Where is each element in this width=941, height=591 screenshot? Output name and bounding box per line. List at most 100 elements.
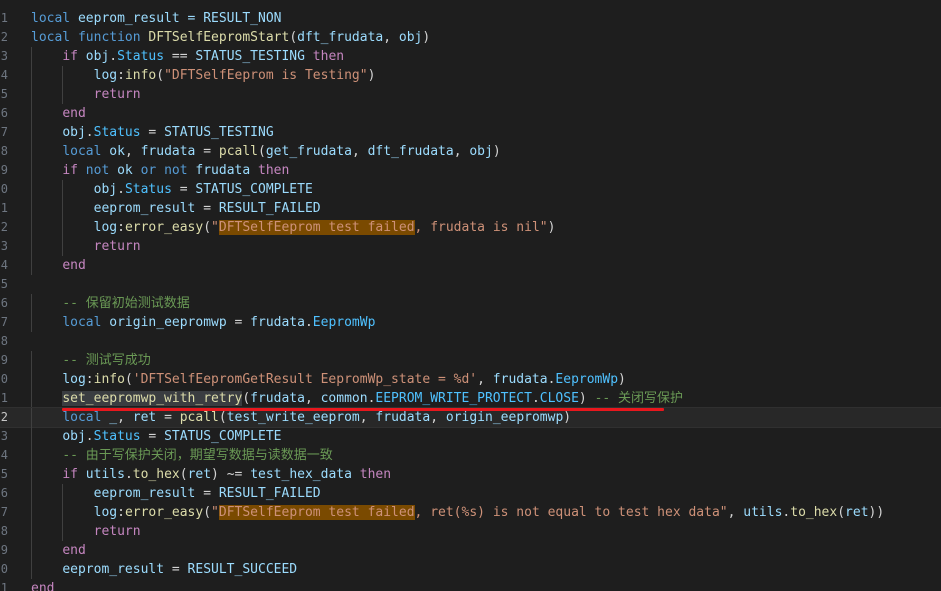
code-token: EepromWp xyxy=(312,315,376,330)
code-line[interactable]: 3 obj.Status = STATUS_COMPLETE xyxy=(0,427,941,446)
code-line[interactable]: 7 log:error_easy("DFTSelfEeprom test fail… xyxy=(0,503,941,522)
code-line[interactable]: 4 end xyxy=(0,256,941,275)
line-number: 4 xyxy=(0,448,8,462)
code-token: then xyxy=(258,163,290,178)
code-token: ) xyxy=(492,144,501,159)
code-line[interactable]: 1 set_eepromwp_with_retry(frudata, common… xyxy=(0,389,941,408)
code-token: frudata xyxy=(250,315,305,330)
line-number: 0 xyxy=(0,372,8,386)
code-token: info xyxy=(93,372,125,387)
code-token: = xyxy=(164,562,188,577)
code-line[interactable]: 5 if utils.to_hex(ret) ~= test_hex_data t… xyxy=(0,465,941,484)
code-line[interactable]: 0 eeprom_result = RESULT_SUCCEED xyxy=(0,560,941,579)
code-line[interactable]: 1 end xyxy=(0,579,941,591)
code-line[interactable]: 8 xyxy=(0,332,941,351)
code-line[interactable]: 9 -- 测试写成功 xyxy=(0,351,941,370)
code-line[interactable]: 8 local ok, frudata = pcall(get_frudata, … xyxy=(0,142,941,161)
code-line[interactable]: 3 return xyxy=(0,237,941,256)
code-line[interactable]: 8 return xyxy=(0,522,941,541)
code-token: get_frudata xyxy=(265,144,352,159)
indent-guide xyxy=(31,370,32,389)
indent-guide xyxy=(62,85,64,104)
indent-guide xyxy=(31,85,32,104)
line-number: 6 xyxy=(0,106,8,120)
code-text: local origin_eepromwp = frudata.EepromWp xyxy=(62,313,375,332)
code-line[interactable]: 0 obj.Status = STATUS_COMPLETE xyxy=(0,180,941,199)
code-token: : xyxy=(117,220,125,235)
code-token: STATUS_TESTING xyxy=(195,49,305,64)
code-line[interactable]: 4 log:info("DFTSelfEeprom is Testing") xyxy=(0,66,941,85)
code-line[interactable]: 0 log:info('DFTSelfEepromGetResult Eeprom… xyxy=(0,370,941,389)
code-line[interactable]: 6 eeprom_result = RESULT_FAILED xyxy=(0,484,941,503)
code-text: end xyxy=(31,579,54,591)
code-token: origin_eepromwp xyxy=(109,315,227,330)
code-token: eeprom_result xyxy=(93,201,196,216)
code-token: 'DFTSelfEepromGetResult EepromWp_state =… xyxy=(132,372,478,387)
indent-guide xyxy=(31,427,32,446)
line-number: 7 xyxy=(0,315,8,329)
code-token: pcall xyxy=(179,410,219,425)
code-text: local function DFTSelfEepromStart(dft_fr… xyxy=(31,28,430,47)
indent-guide xyxy=(31,313,32,332)
code-text: end xyxy=(62,541,85,560)
code-token: ( xyxy=(242,391,251,406)
code-line[interactable]: 6 end xyxy=(0,104,941,123)
code-token: ) xyxy=(422,30,431,45)
code-line[interactable]: 2 log:error_easy("DFTSelfEeprom test fail… xyxy=(0,218,941,237)
code-token: = xyxy=(140,125,165,140)
code-token: error_easy xyxy=(124,220,204,235)
code-token: = xyxy=(226,315,251,330)
indent-guide xyxy=(62,199,64,218)
code-token: common xyxy=(320,391,368,406)
indent-guide xyxy=(31,218,32,237)
code-line[interactable]: 5 return xyxy=(0,85,941,104)
code-line[interactable]: 5 xyxy=(0,275,941,294)
line-number: 3 xyxy=(0,429,8,443)
line-number: 9 xyxy=(0,163,8,177)
code-text: -- 由于写保护关闭，期望写数据与读数据一致 xyxy=(62,446,332,465)
code-line[interactable]: 9 end xyxy=(0,541,941,560)
code-line[interactable]: 4 -- 由于写保护关闭，期望写数据与读数据一致 xyxy=(0,446,941,465)
code-token: = xyxy=(195,201,219,216)
code-token: obj xyxy=(85,49,110,64)
code-token: utils xyxy=(743,505,783,520)
code-token: _ xyxy=(109,410,118,425)
code-token: Status xyxy=(117,49,165,64)
code-editor[interactable]: 1 local eeprom_result = RESULT_NON 2 local … xyxy=(0,0,941,591)
code-line[interactable]: 7 obj.Status = STATUS_TESTING xyxy=(0,123,941,142)
code-token: , xyxy=(383,30,399,45)
code-line[interactable]: 6 -- 保留初始测试数据 xyxy=(0,294,941,313)
code-token: "DFTSelfEeprom is Testing" xyxy=(164,68,368,83)
code-line[interactable]: 1 eeprom_result = RESULT_FAILED xyxy=(0,199,941,218)
code-token: not xyxy=(164,163,188,178)
code-token: return xyxy=(93,239,141,254)
code-token: -- 由于写保护关闭，期望写数据与读数据一致 xyxy=(62,448,333,463)
indent-guide xyxy=(31,237,32,256)
code-token: local xyxy=(62,144,102,159)
code-token: end xyxy=(31,581,55,591)
code-token: ok xyxy=(109,144,125,159)
code-text: -- 测试写成功 xyxy=(62,351,150,370)
line-number: 2 xyxy=(0,30,8,44)
code-text: log:info("DFTSelfEeprom is Testing") xyxy=(94,66,376,85)
code-line[interactable]: 9 if not ok or not frudata then xyxy=(0,161,941,180)
code-token: info xyxy=(124,68,157,83)
code-text: if utils.to_hex(ret) ~= test_hex_data th… xyxy=(62,465,391,484)
indent-guide xyxy=(62,503,64,522)
code-line[interactable]: 1 local eeprom_result = RESULT_NON xyxy=(0,9,941,28)
code-line[interactable]: 7 local origin_eepromwp = frudata.EepromW… xyxy=(0,313,941,332)
code-line[interactable]: 2 local function DFTSelfEepromStart(dft_f… xyxy=(0,28,941,47)
code-lines[interactable]: 1 local eeprom_result = RESULT_NON 2 local … xyxy=(0,0,941,591)
code-line[interactable]: 3 if obj.Status == STATUS_TESTING then xyxy=(0,47,941,66)
code-token: ) xyxy=(578,391,587,406)
code-token: Status xyxy=(124,182,172,197)
line-number: 3 xyxy=(0,49,8,63)
line-number: 5 xyxy=(0,87,8,101)
code-token: log xyxy=(93,505,118,520)
code-token: DFTSelfEepromStart xyxy=(148,30,290,45)
indent-guide xyxy=(31,351,32,370)
code-token: , xyxy=(477,372,493,387)
